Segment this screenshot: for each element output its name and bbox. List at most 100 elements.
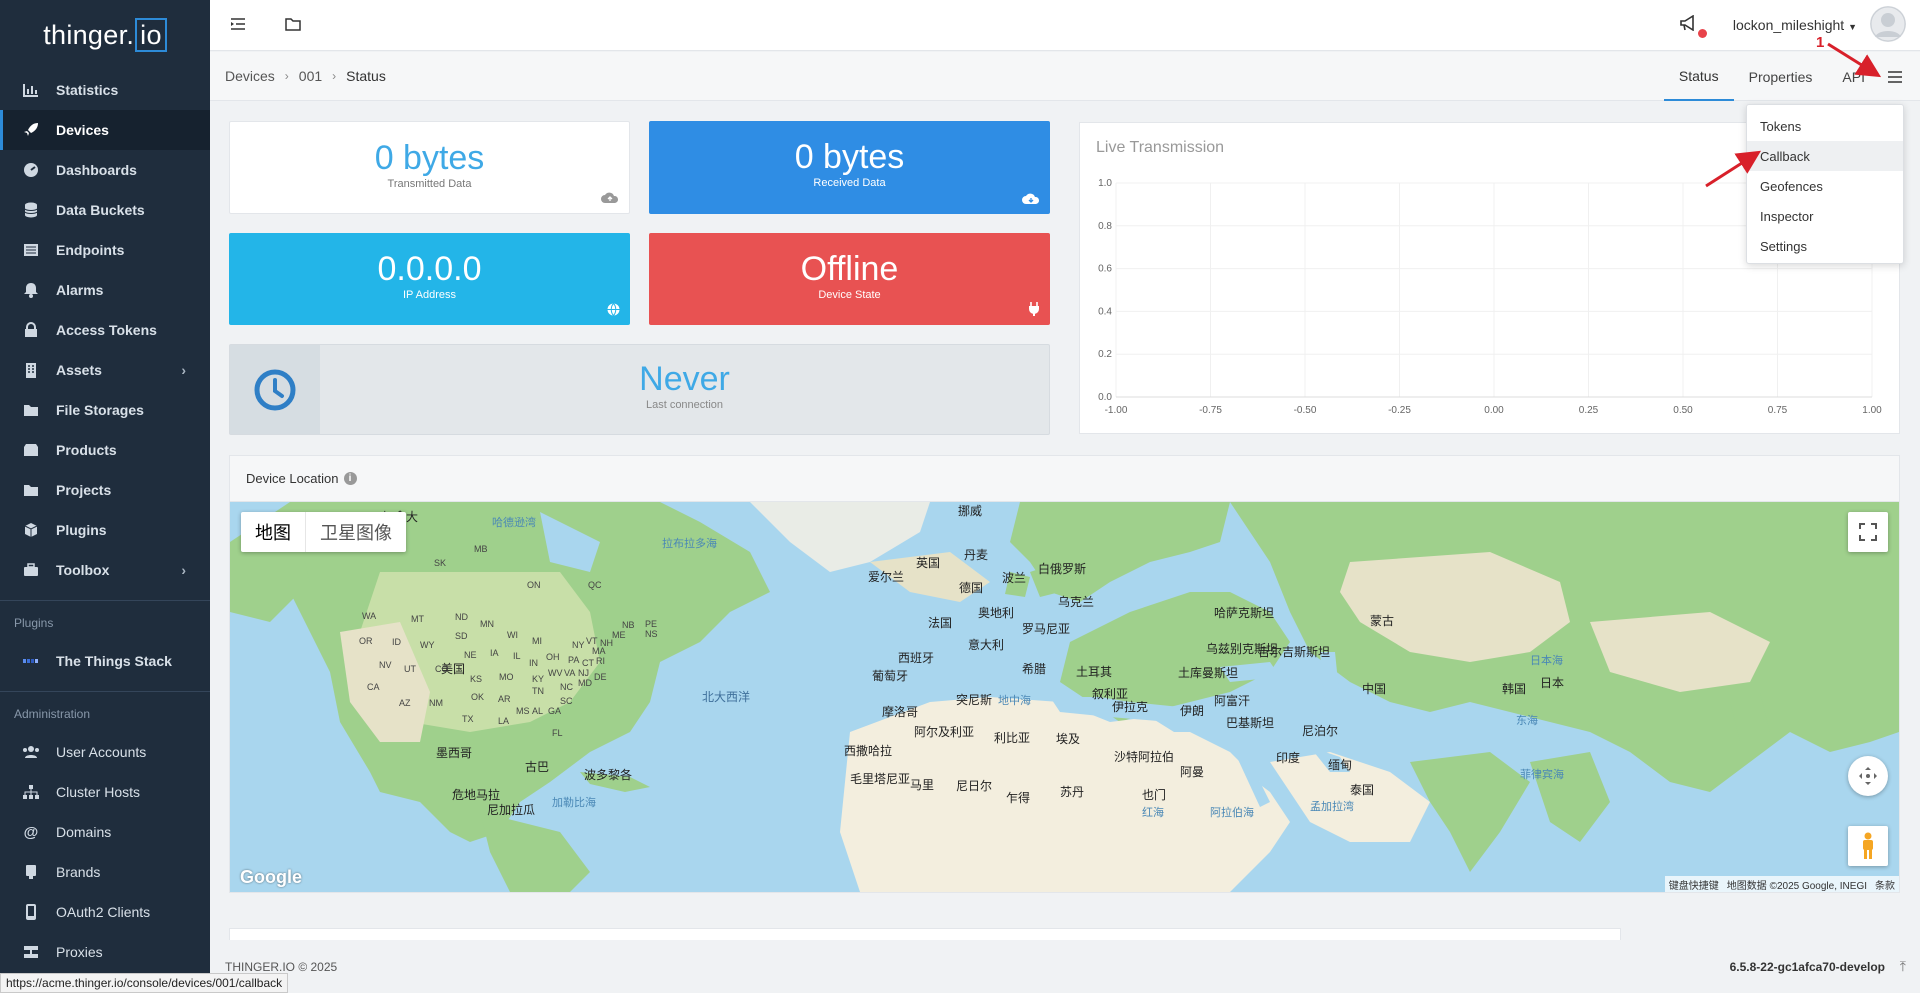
map-label: 菲律宾海 (1520, 769, 1564, 781)
map-label: ID (392, 637, 401, 647)
map-label: 阿拉伯海 (1210, 807, 1254, 819)
rocket-icon (22, 121, 40, 139)
map-attribution: 键盘快捷键 地图数据 ©2025 Google, INEGI 条款 (1664, 876, 1899, 892)
chart-x-tick-label: -0.50 (1294, 405, 1317, 416)
map-label: 也门 (1142, 788, 1167, 802)
pegman-button[interactable] (1848, 826, 1888, 866)
map-label: 尼泊尔 (1302, 724, 1339, 738)
sidebar-item-label: Dashboards (56, 162, 137, 178)
sidebar-item-statistics[interactable]: Statistics (0, 70, 210, 110)
breadcrumb-device[interactable]: 001 (299, 68, 322, 84)
sidebar: thinger. io Statistics Devices Dashboards… (0, 0, 210, 993)
sidebar-item-label: Devices (56, 122, 109, 138)
map-label: 尼日尔 (956, 779, 993, 793)
cloud-upload-icon (601, 191, 619, 207)
plug-icon (1028, 302, 1040, 319)
sidebar-item-dashboards[interactable]: Dashboards (0, 150, 210, 190)
satellite-tab[interactable]: 卫星图像 (306, 512, 406, 552)
box-icon (22, 441, 40, 459)
map-label: 巴基斯坦 (1226, 716, 1275, 730)
map-label: NJ (578, 668, 589, 678)
map-label: RI (596, 656, 605, 666)
sidebar-item-domains[interactable]: @ Domains (0, 812, 210, 852)
google-logo: Google (240, 867, 302, 887)
divider (0, 600, 210, 601)
scroll-top-icon[interactable]: ⤒ (1900, 958, 1906, 975)
map-label: 印度 (1276, 751, 1301, 765)
map-label: 土库曼斯坦 (1178, 666, 1239, 680)
chart-y-tick-label: 0.0 (1098, 392, 1112, 403)
sidebar-item-alarms[interactable]: Alarms (0, 270, 210, 310)
sidebar-item-label: Proxies (56, 944, 103, 960)
logo-text: thinger. (43, 19, 135, 50)
sidebar-toggle-icon[interactable] (230, 17, 246, 34)
gauge-icon (22, 161, 40, 179)
sidebar-item-label: Domains (56, 824, 112, 840)
received-card: 0 bytes Received Data (649, 121, 1050, 214)
transmitted-card: 0 bytes Transmitted Data (229, 121, 630, 214)
map-label: 伊朗 (1180, 704, 1205, 718)
map-label: WV (548, 668, 563, 678)
chart-y-tick-label: 0.6 (1098, 264, 1112, 275)
logo[interactable]: thinger. io (0, 0, 210, 70)
ip-card: 0.0.0.0 IP Address (229, 233, 630, 325)
map-label: 苏丹 (1060, 785, 1085, 799)
sidebar-item-toolbox[interactable]: Toolbox › (0, 550, 210, 590)
sidebar-item-label: Endpoints (56, 242, 125, 258)
chart-x-tick-label: 0.25 (1579, 405, 1599, 416)
sidebar-item-the-things-stack[interactable]: The Things Stack (0, 641, 210, 681)
version: 6.5.8-22-gc1afca70-develop (1729, 960, 1885, 974)
folder-icon[interactable] (285, 17, 301, 34)
info-icon[interactable]: i (343, 472, 357, 485)
map-tab[interactable]: 地图 (241, 512, 306, 552)
mobile-icon (22, 903, 40, 921)
chart-x-tick-label: 0.50 (1673, 405, 1693, 416)
at-icon: @ (23, 823, 39, 841)
map-label: MB (474, 544, 488, 554)
map-label: NC (560, 682, 573, 692)
map-label: TX (462, 714, 474, 724)
sidebar-item-products[interactable]: Products (0, 430, 210, 470)
sidebar-item-projects[interactable]: Projects (0, 470, 210, 510)
map-label: NM (429, 698, 443, 708)
map-label: 埃及 (1056, 732, 1081, 746)
last-connection-value: Never (639, 360, 730, 398)
map-label: 葡萄牙 (872, 669, 909, 683)
sidebar-item-oauth2-clients[interactable]: OAuth2 Clients (0, 892, 210, 932)
menu-item-settings[interactable]: Settings (1747, 231, 1903, 261)
sidebar-item-access-tokens[interactable]: Access Tokens (0, 310, 210, 350)
keyboard-shortcuts-link[interactable]: 键盘快捷键 (1669, 877, 1719, 892)
sidebar-item-brands[interactable]: Brands (0, 852, 210, 892)
map-label: NB (622, 620, 635, 630)
map-label: IA (490, 648, 499, 658)
sidebar-item-assets[interactable]: Assets › (0, 350, 210, 390)
sidebar-item-endpoints[interactable]: Endpoints (0, 230, 210, 270)
sidebar-item-plugins[interactable]: Plugins (0, 510, 210, 550)
camera-control-button[interactable] (1848, 756, 1888, 796)
sidebar-item-label: Access Tokens (56, 322, 157, 338)
map[interactable]: 加拿大 哈德逊湾 拉布拉多海 美国 墨西哥 古巴 波多黎各 危地马拉 尼加拉瓜 … (230, 502, 1899, 892)
sidebar-item-devices[interactable]: Devices (0, 110, 210, 150)
sidebar-item-cluster-hosts[interactable]: Cluster Hosts (0, 772, 210, 812)
chart-x-tick-label: 1.00 (1862, 405, 1882, 416)
map-label: 加勒比海 (552, 797, 596, 809)
chart-y-tick-label: 1.0 (1098, 178, 1112, 189)
sidebar-item-proxies[interactable]: Proxies (0, 932, 210, 972)
sidebar-item-file-storages[interactable]: File Storages (0, 390, 210, 430)
terms-link[interactable]: 条款 (1875, 877, 1895, 892)
chart-y-tick-label: 0.2 (1098, 349, 1112, 360)
building-icon (22, 361, 40, 379)
map-label: OH (546, 652, 560, 662)
state-card: Offline Device State (649, 233, 1050, 325)
last-connection-card: Never Last connection (229, 344, 1050, 435)
sidebar-item-data-buckets[interactable]: Data Buckets (0, 190, 210, 230)
fullscreen-button[interactable] (1848, 512, 1888, 552)
map-label: 尼加拉瓜 (487, 803, 536, 817)
map-label: IL (513, 651, 521, 661)
clock-icon (230, 345, 320, 434)
map-label: PE (645, 619, 658, 629)
state-label: Device State (818, 289, 881, 301)
breadcrumb-devices[interactable]: Devices (225, 68, 275, 84)
chart-x-tick-label: 0.75 (1768, 405, 1788, 416)
sidebar-item-user-accounts[interactable]: User Accounts (0, 732, 210, 772)
